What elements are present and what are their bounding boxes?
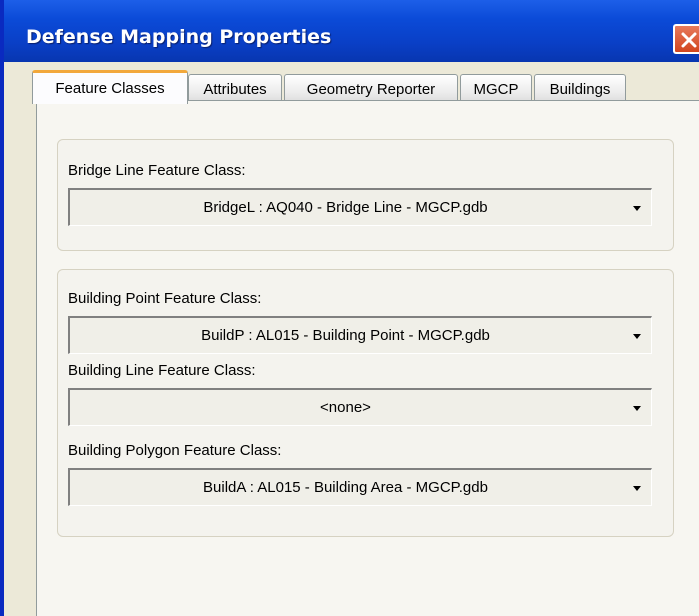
bridge-line-label: Bridge Line Feature Class:: [68, 162, 246, 179]
tab-feature-classes[interactable]: Feature Classes: [32, 70, 188, 104]
combo-value: <none>: [320, 399, 371, 416]
building-polygon-combo[interactable]: BuildA : AL015 - Building Area - MGCP.gd…: [68, 468, 652, 506]
feature-classes-panel: Bridge Line Feature Class: BridgeL : AQ0…: [36, 100, 699, 616]
chevron-down-icon: [633, 406, 641, 411]
bridge-line-combo[interactable]: BridgeL : AQ040 - Bridge Line - MGCP.gdb: [68, 188, 652, 226]
tab-label: Geometry Reporter: [306, 81, 436, 98]
properties-window: Defense Mapping Properties Feature Class…: [0, 0, 699, 616]
building-polygon-label: Building Polygon Feature Class:: [68, 442, 282, 459]
combo-value: BridgeL : AQ040 - Bridge Line - MGCP.gdb: [203, 199, 488, 216]
tab-label: Attributes: [203, 81, 267, 98]
tab-label: Buildings: [549, 81, 611, 98]
combo-value: BuildA : AL015 - Building Area - MGCP.gd…: [203, 479, 488, 496]
building-point-combo[interactable]: BuildP : AL015 - Building Point - MGCP.g…: [68, 316, 652, 354]
bridge-group: Bridge Line Feature Class: BridgeL : AQ0…: [57, 139, 674, 251]
combo-value: BuildP : AL015 - Building Point - MGCP.g…: [201, 327, 490, 344]
chevron-down-icon: [633, 334, 641, 339]
chevron-down-icon: [633, 206, 641, 211]
building-line-label: Building Line Feature Class:: [68, 362, 256, 379]
chevron-down-icon: [633, 486, 641, 491]
building-group: Building Point Feature Class: BuildP : A…: [57, 269, 674, 537]
building-point-label: Building Point Feature Class:: [68, 290, 262, 307]
window-title: Defense Mapping Properties: [26, 26, 332, 48]
title-bar[interactable]: Defense Mapping Properties: [4, 0, 699, 62]
building-line-combo[interactable]: <none>: [68, 388, 652, 426]
close-button[interactable]: [673, 24, 699, 54]
tab-label: MGCP: [473, 81, 519, 98]
tab-label: Feature Classes: [55, 80, 165, 97]
